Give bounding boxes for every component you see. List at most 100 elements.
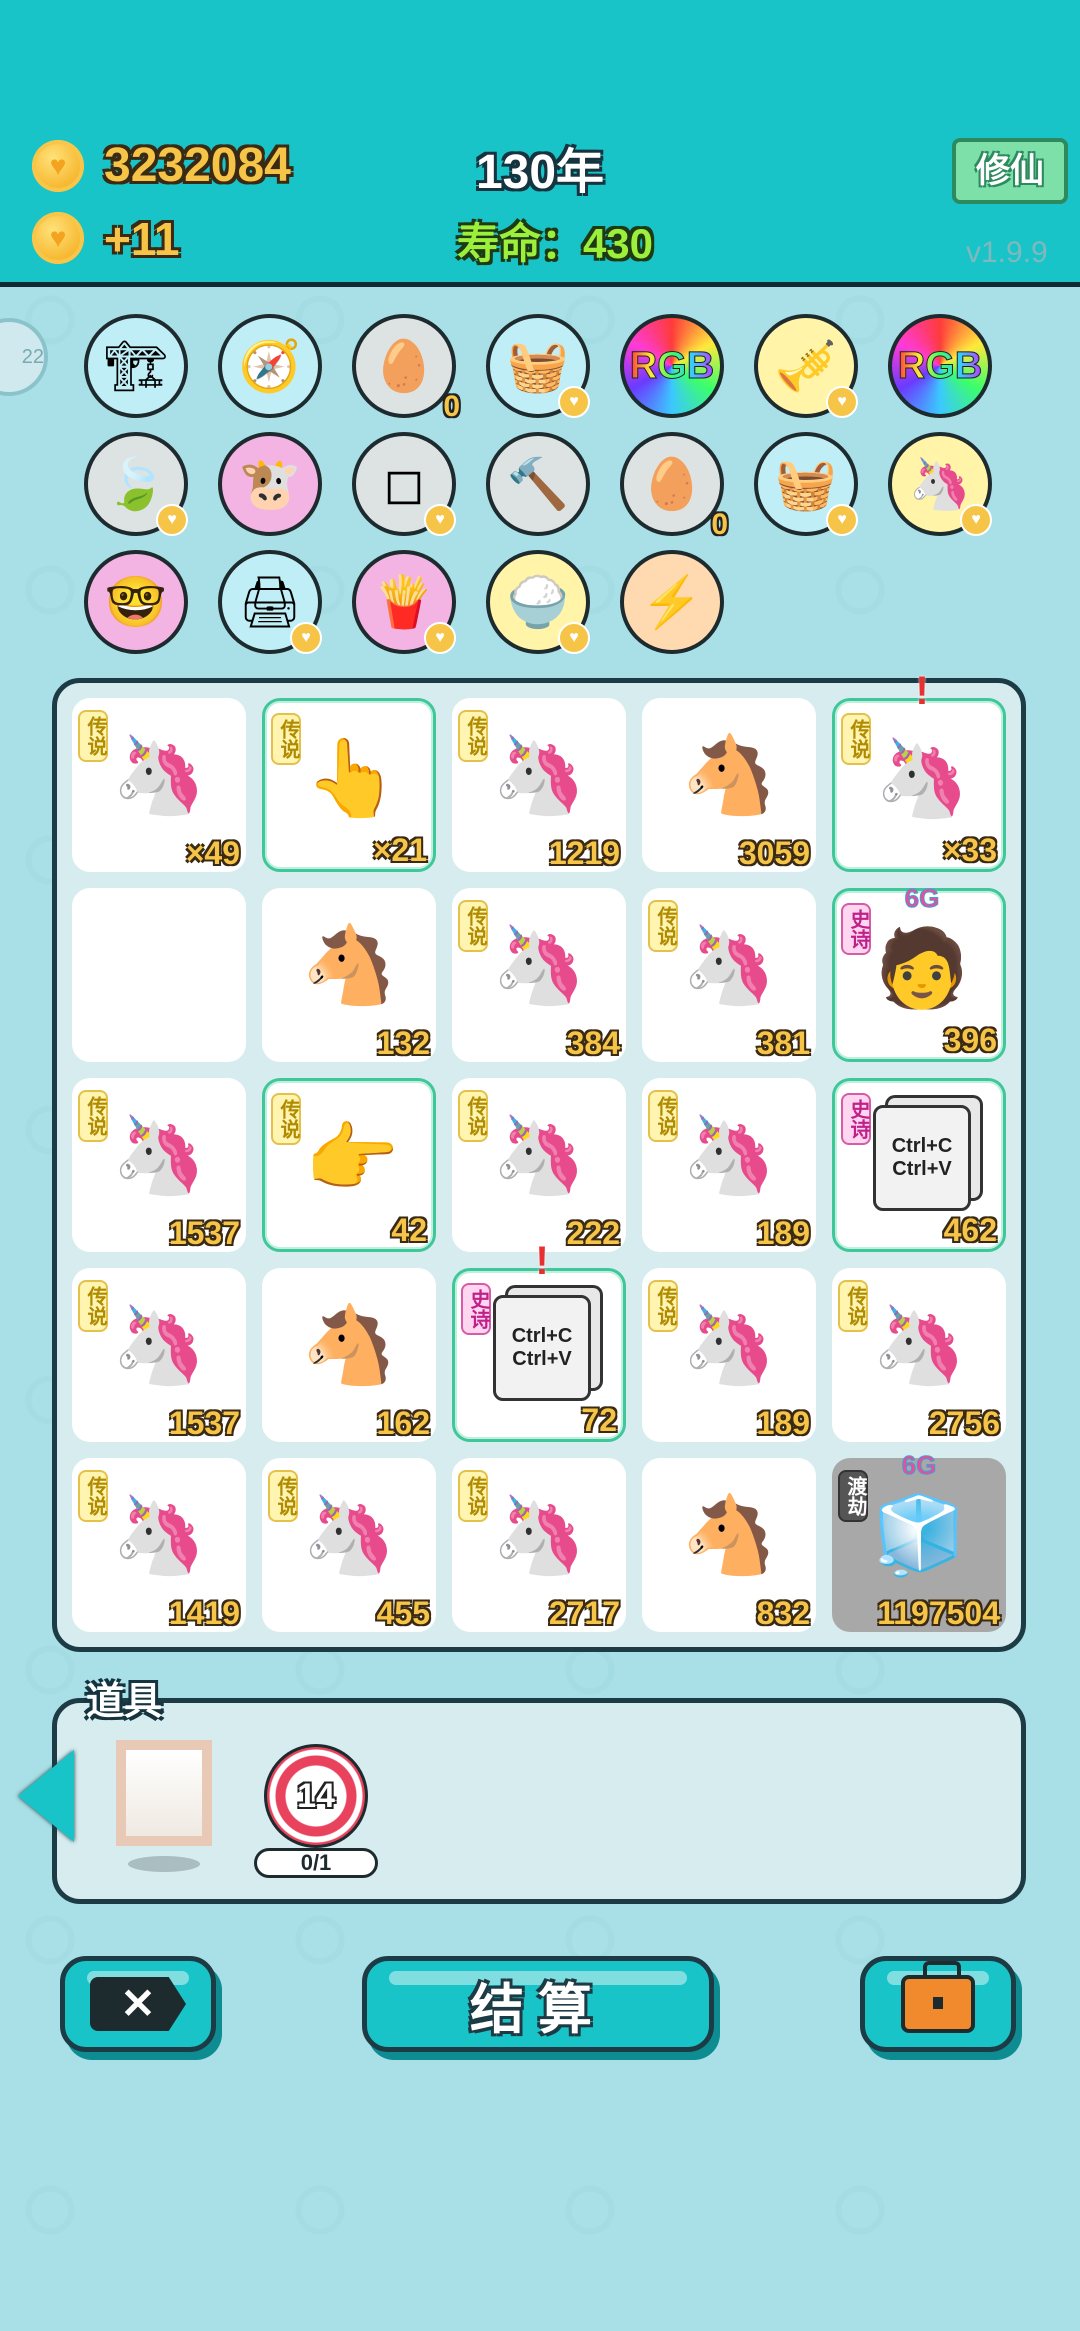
piece-icon: 🐴 — [681, 733, 777, 818]
board-cell[interactable]: 🦄 传说 455 — [262, 1458, 436, 1632]
piece-value: 1219 — [548, 835, 620, 871]
piece-value: ×33 — [942, 832, 997, 868]
rgb-text: RGB — [629, 344, 715, 387]
board-cell[interactable]: 🦄 传说 189 — [642, 1268, 816, 1442]
picture-frame-icon[interactable] — [116, 1740, 212, 1846]
board-cell[interactable] — [72, 888, 246, 1062]
rarity-tag: 传说 — [838, 1280, 868, 1332]
piece-value: 72 — [581, 1402, 617, 1438]
board-cell[interactable]: 🦄 传说 1419 — [72, 1458, 246, 1632]
rarity-tag: 传说 — [458, 710, 488, 762]
cow-icon[interactable]: 🐮 — [218, 432, 322, 536]
board-cell[interactable]: 🦄 传说 1537 — [72, 1078, 246, 1252]
rarity-tag: 传说 — [78, 710, 108, 762]
close-icon: ✕ — [90, 1977, 186, 2031]
piece-value: 3059 — [738, 835, 810, 871]
egg-tray-icon[interactable]: 🥚 0 — [352, 314, 460, 423]
cultivate-button[interactable]: 修仙 — [952, 138, 1068, 204]
board-cell[interactable]: 🐴 3059 — [642, 698, 816, 872]
heart-badge-icon: ♥ — [424, 622, 456, 654]
rarity-tag: 传说 — [78, 1280, 108, 1332]
target-value: 14 — [297, 1776, 335, 1815]
item-glyph: 🍚 — [506, 573, 570, 630]
compass-icon[interactable]: 🧭 — [218, 314, 322, 418]
board-cell[interactable]: 🧑 史诗 6G 396 — [832, 883, 1006, 1062]
copy-text: Ctrl+C — [511, 1325, 573, 1347]
heart-badge-icon: ♥ — [826, 386, 858, 418]
piece-value: 42 — [391, 1212, 427, 1248]
item-glyph: 🏗 — [104, 337, 168, 394]
lightning-icon[interactable]: ⚡ — [620, 550, 724, 654]
board-cell[interactable]: 🦄 传说 189 — [642, 1078, 816, 1252]
board-cell[interactable]: 🦄 传说 381 — [642, 888, 816, 1062]
piece-value: 189 — [756, 1215, 810, 1251]
item-glyph: ◻ — [383, 456, 425, 512]
horn-icon[interactable]: 🎺 ♥ — [754, 314, 858, 418]
item-glyph: ⚡ — [640, 573, 704, 630]
settle-button[interactable]: 结算 — [362, 1956, 714, 2052]
heart-badge-icon: ♥ — [156, 504, 188, 536]
board-cell[interactable]: 🦄 传说 ×49 — [72, 698, 246, 872]
board-cell[interactable]: 🦄 传说 1537 — [72, 1268, 246, 1442]
heart-badge-icon: ♥ — [960, 504, 992, 536]
piece-icon: 🐴 — [681, 1493, 777, 1578]
rarity-tag: 传说 — [271, 713, 301, 765]
sugar-cube-icon[interactable]: ◻ ♥ — [352, 432, 456, 536]
leaf-icon[interactable]: 🍃 ♥ — [84, 432, 188, 536]
side-level-text: 22 — [21, 346, 44, 368]
math-nerd-icon[interactable]: 🤓 — [84, 550, 188, 654]
rice-bowl-icon[interactable]: 🍚 ♥ — [486, 550, 590, 654]
board-cell[interactable]: 🐴 132 — [262, 888, 436, 1062]
target-icon[interactable]: 14 — [264, 1744, 368, 1848]
rarity-tag: 传说 — [78, 1470, 108, 1522]
piece-value: 1419 — [168, 1595, 240, 1631]
bag-button[interactable] — [860, 1956, 1016, 2052]
board-cell[interactable]: 👉 传说 42 — [262, 1078, 436, 1252]
paste-text: Ctrl+V — [512, 1348, 572, 1370]
egg-tray-icon[interactable]: 🥚 0 — [620, 432, 728, 541]
piece-value: 455 — [376, 1595, 430, 1631]
network-badge: 6G — [904, 883, 940, 914]
board-cell[interactable]: 🦄 传说 2717 — [452, 1458, 626, 1632]
board-cell[interactable]: 🦄 传说 2756 — [832, 1268, 1006, 1442]
fries-icon[interactable]: 🍟 ♥ — [352, 550, 456, 654]
piece-value: 162 — [376, 1405, 430, 1441]
printer-icon[interactable]: 🖨 ♥ — [218, 550, 322, 654]
piece-value: 832 — [756, 1595, 810, 1631]
board-cell[interactable]: Ctrl+C Ctrl+V 史诗! 72 — [452, 1239, 626, 1442]
rgb-icon[interactable]: RGB — [888, 314, 992, 418]
briefcase-icon — [901, 1961, 975, 2033]
board-cell[interactable]: 🦄 传说 1219 — [452, 698, 626, 872]
pump-icon[interactable]: 🏗 — [84, 314, 188, 418]
board-cell[interactable]: 🦄 传说 384 — [452, 888, 626, 1062]
board-cell[interactable]: 🐴 162 — [262, 1268, 436, 1442]
heart-badge-icon: ♥ — [826, 504, 858, 536]
board-cell[interactable]: 🦄 传说! ×33 — [832, 669, 1006, 872]
top-bar: 3232084 +11 130年 寿命：430 修仙 v1.9.9 — [0, 0, 1080, 287]
heart-badge-icon: ♥ — [290, 622, 322, 654]
board-cell[interactable]: 👆 传说 ×21 — [262, 698, 436, 872]
item-glyph: 🥚 — [640, 455, 704, 512]
alert-icon: ! — [535, 1239, 549, 1283]
arrow-left-icon[interactable] — [18, 1750, 74, 1842]
fruit-basket-icon[interactable]: 🧺 ♥ — [754, 432, 858, 536]
board-cell[interactable]: 🐴 832 — [642, 1458, 816, 1632]
rarity-tag: 传说 — [648, 900, 678, 952]
board-cell[interactable]: Ctrl+C Ctrl+V 史诗 462 — [832, 1078, 1006, 1252]
board-cell[interactable]: 🦄 传说 222 — [452, 1078, 626, 1252]
item-glyph: 🍟 — [372, 573, 436, 630]
piece-value: 189 — [756, 1405, 810, 1441]
hammer-icon[interactable]: 🔨 — [486, 432, 590, 536]
piece-value: 222 — [566, 1215, 620, 1251]
settle-label: 结算 — [470, 1979, 606, 2040]
target-progress: 0/1 — [254, 1848, 378, 1878]
board-cell[interactable]: 🧊 渡劫 6G 1197504 — [832, 1450, 1006, 1632]
unicorn-icon[interactable]: 🦄 ♥ — [888, 432, 992, 536]
rgb-icon[interactable]: RGB — [620, 314, 724, 418]
fruit-basket-icon[interactable]: 🧺 ♥ — [486, 314, 590, 418]
heart-badge-icon: ♥ — [558, 386, 590, 418]
coin-icon — [32, 212, 84, 264]
lifespan-label: 寿命：430 — [456, 220, 654, 267]
copy-paste-card: Ctrl+C Ctrl+V — [873, 1105, 971, 1211]
close-button[interactable]: ✕ — [60, 1956, 216, 2052]
